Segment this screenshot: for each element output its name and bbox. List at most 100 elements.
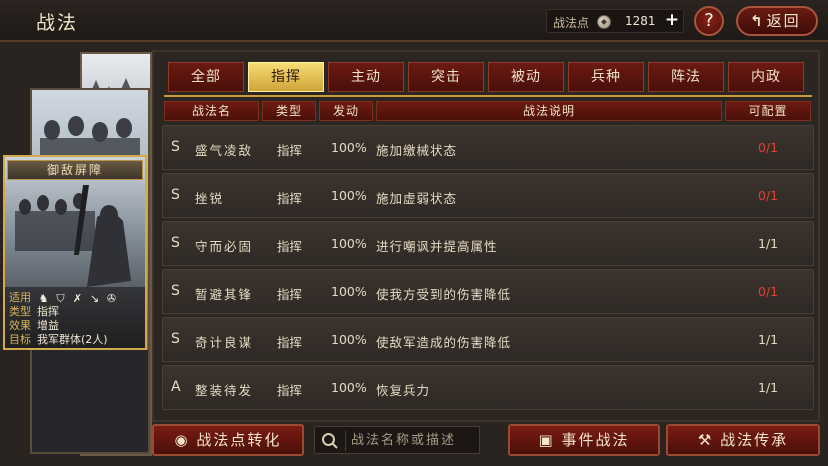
tactic-description: 进行嘲讽并提高属性 <box>376 239 498 254</box>
selected-tactic-card[interactable]: 御敌屏障 适用 ♞ ⛉ ✗ ↘ ✇ 类型 指挥 效果 增益 目标 我军群体(2人… <box>3 155 147 350</box>
card-info-effect: 效果 增益 <box>9 319 141 333</box>
table-row[interactable]: S 守而必固 指挥 100% 进行嘲讽并提高属性 1/1 <box>162 221 814 266</box>
info-key: 类型 <box>9 305 31 318</box>
tab-active[interactable]: 主动 <box>328 62 404 92</box>
tactic-description: 使我方受到的伤害降低 <box>376 287 512 302</box>
tab-troop-type[interactable]: 兵种 <box>568 62 644 92</box>
tactic-description: 恢复兵力 <box>376 383 431 398</box>
search-box <box>314 426 480 454</box>
tactic-configurable: 1/1 <box>758 332 779 347</box>
tab-internal-affairs[interactable]: 内政 <box>728 62 804 92</box>
tactics-list-panel: 全部 指挥 主动 突击 被动 兵种 阵法 内政 战法名 类型 发动 战法说明 可… <box>152 50 820 422</box>
tab-all[interactable]: 全部 <box>168 62 244 92</box>
tactic-configurable: 0/1 <box>758 140 779 155</box>
tactic-type: 指挥 <box>277 239 303 254</box>
page-title: 战法 <box>36 12 79 34</box>
card-info-type: 类型 指挥 <box>9 305 141 319</box>
tactic-points-value: 1281 <box>625 14 656 28</box>
tactic-type: 指挥 <box>277 383 303 398</box>
convert-points-button[interactable]: ◉ 战法点转化 <box>152 424 304 456</box>
tactic-rate: 100% <box>331 380 367 395</box>
shield-icon: ⛉ <box>56 291 65 305</box>
top-bar: 战法 战法点 ◆ 1281 + ? ↰ 返回 <box>0 0 828 42</box>
tab-formation[interactable]: 阵法 <box>648 62 724 92</box>
table-row[interactable]: S 盛气凌敌 指挥 100% 施加缴械状态 0/1 <box>162 125 814 170</box>
bow-icon: ✗ <box>72 291 83 305</box>
category-tabs: 全部 指挥 主动 突击 被动 兵种 阵法 内政 <box>168 62 804 92</box>
tactic-configurable: 1/1 <box>758 236 779 251</box>
points-coin-icon: ◉ <box>174 431 190 449</box>
tab-assault[interactable]: 突击 <box>408 62 484 92</box>
tactics-table-body: S 盛气凌敌 指挥 100% 施加缴械状态 0/1 S 挫锐 指挥 100% 施… <box>162 125 814 413</box>
warrior-silhouette-image <box>15 185 131 287</box>
info-value: 增益 <box>37 319 59 332</box>
back-arrow-icon: ↰ <box>750 12 765 30</box>
tactic-type: 指挥 <box>277 335 303 350</box>
tab-underline <box>164 95 812 97</box>
cavalry-icon: ♞ <box>38 291 49 305</box>
tactic-type: 指挥 <box>277 143 303 158</box>
info-value: 指挥 <box>37 305 59 318</box>
tactic-grade: A <box>171 379 181 395</box>
search-input[interactable] <box>351 427 477 453</box>
card-info-applicable: 适用 ♞ ⛉ ✗ ↘ ✇ <box>9 291 141 305</box>
tactic-grade: S <box>171 235 180 251</box>
card-tactic-name: 御敌屏障 <box>7 160 143 180</box>
table-row[interactable]: S 挫锐 指挥 100% 施加虚弱状态 0/1 <box>162 173 814 218</box>
tactic-rate: 100% <box>331 236 367 251</box>
back-label: 返回 <box>766 12 801 30</box>
table-header: 战法名 类型 发动 战法说明 可配置 <box>164 101 811 121</box>
info-key: 目标 <box>9 333 31 346</box>
tactic-type: 指挥 <box>277 287 303 302</box>
search-divider <box>345 431 346 451</box>
tactic-configurable: 1/1 <box>758 380 779 395</box>
tactic-inherit-button[interactable]: ⚒ 战法传承 <box>666 424 820 456</box>
help-button[interactable]: ? <box>694 6 724 36</box>
column-header-name[interactable]: 战法名 <box>164 101 259 121</box>
tactic-rate: 100% <box>331 140 367 155</box>
tactic-rate: 100% <box>331 284 367 299</box>
tactic-name: 奇计良谋 <box>195 335 254 350</box>
tactic-rate: 100% <box>331 188 367 203</box>
spear-icon: ↘ <box>89 291 100 305</box>
column-header-description: 战法说明 <box>376 101 722 121</box>
card-info-panel: 适用 ♞ ⛉ ✗ ↘ ✇ 类型 指挥 效果 增益 目标 我军群体(2人) <box>5 287 145 348</box>
column-header-type[interactable]: 类型 <box>262 101 316 121</box>
tactic-name: 整装待发 <box>195 383 254 398</box>
event-tactics-label: 事件战法 <box>561 431 630 449</box>
tactic-rate: 100% <box>331 332 367 347</box>
tactic-name: 守而必固 <box>195 239 254 254</box>
info-key: 适用 <box>9 291 31 304</box>
column-header-configurable[interactable]: 可配置 <box>725 101 811 121</box>
tab-passive[interactable]: 被动 <box>488 62 564 92</box>
table-row[interactable]: A 整装待发 指挥 100% 恢复兵力 1/1 <box>162 365 814 410</box>
info-key: 效果 <box>9 319 31 332</box>
table-row[interactable]: S 奇计良谋 指挥 100% 使敌军造成的伤害降低 1/1 <box>162 317 814 362</box>
tactic-points-coin-icon: ◆ <box>597 15 611 29</box>
info-value: 我军群体(2人) <box>37 333 108 346</box>
tactic-type: 指挥 <box>277 191 303 206</box>
tactic-inherit-label: 战法传承 <box>720 431 789 449</box>
search-icon[interactable] <box>321 432 339 450</box>
table-row[interactable]: S 暂避其锋 指挥 100% 使我方受到的伤害降低 0/1 <box>162 269 814 314</box>
convert-points-label: 战法点转化 <box>196 431 282 449</box>
column-header-rate[interactable]: 发动 <box>319 101 373 121</box>
tactic-name: 暂避其锋 <box>195 287 254 302</box>
card-info-target: 目标 我军群体(2人) <box>9 333 141 347</box>
back-button[interactable]: ↰ 返回 <box>736 6 818 36</box>
tactic-grade: S <box>171 331 180 347</box>
tactic-grade: S <box>171 187 180 203</box>
tactic-name: 盛气凌敌 <box>195 143 254 158</box>
add-points-button[interactable]: + <box>663 12 681 30</box>
tactic-points-label: 战法点 <box>553 16 590 30</box>
tactic-description: 施加缴械状态 <box>376 143 458 158</box>
tactic-configurable: 0/1 <box>758 188 779 203</box>
tactic-description: 使敌军造成的伤害降低 <box>376 335 512 350</box>
tab-command[interactable]: 指挥 <box>248 62 324 92</box>
tactic-description: 施加虚弱状态 <box>376 191 458 206</box>
tactic-grade: S <box>171 139 180 155</box>
event-tactics-button[interactable]: ▣ 事件战法 <box>508 424 660 456</box>
hammer-icon: ⚒ <box>697 431 714 449</box>
tactic-grade: S <box>171 283 180 299</box>
scroll-icon: ▣ <box>538 431 555 449</box>
